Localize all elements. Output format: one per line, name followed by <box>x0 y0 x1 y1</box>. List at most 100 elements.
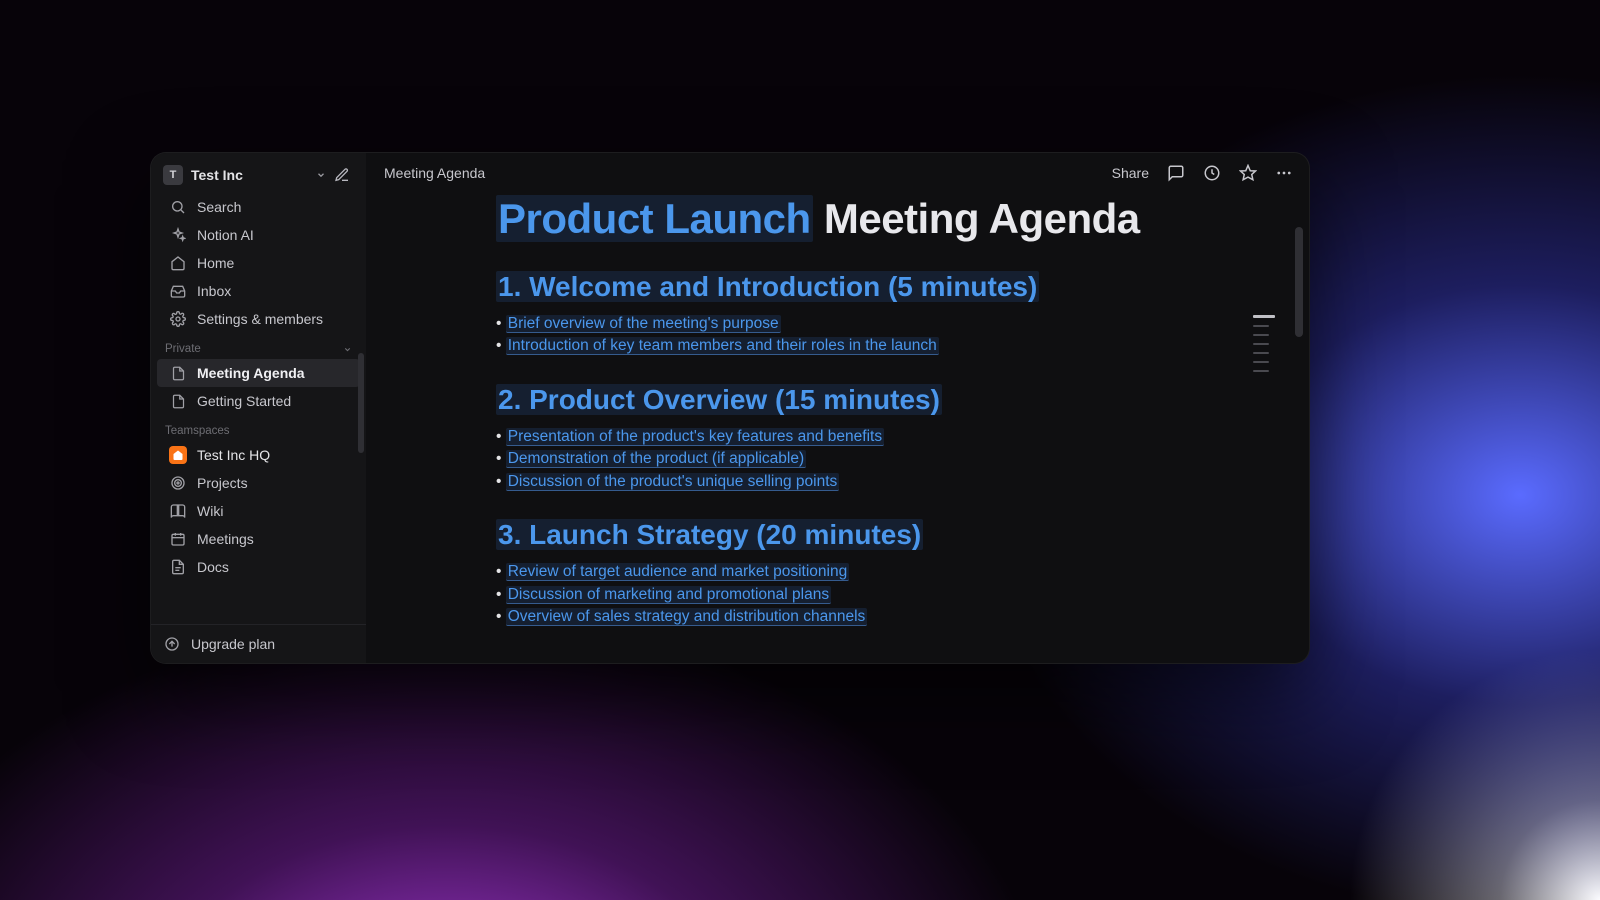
breadcrumb[interactable]: Meeting Agenda <box>384 165 1112 181</box>
compose-icon[interactable] <box>334 167 350 183</box>
sidebar-home-label: Home <box>197 255 234 271</box>
home-icon <box>169 254 187 272</box>
title-rest: Meeting Agenda <box>813 195 1140 242</box>
outline-line <box>1253 315 1275 318</box>
outline-line <box>1253 370 1269 372</box>
home-icon <box>169 446 187 464</box>
sidebar-search[interactable]: Search <box>157 193 360 221</box>
page-icon <box>169 392 187 410</box>
teamspace-label: Docs <box>197 559 229 575</box>
main-content: Meeting Agenda Share Product Launch <box>366 153 1309 663</box>
teamspace-meetings[interactable]: Meetings <box>157 525 360 553</box>
bullet-item[interactable]: Discussion of marketing and promotional … <box>496 584 1189 606</box>
topbar-actions: Share <box>1112 164 1293 182</box>
bullet-text: Brief overview of the meeting's purpose <box>506 315 781 333</box>
sidebar-ai-label: Notion AI <box>197 227 254 243</box>
sidebar-scrollbar[interactable] <box>358 353 364 453</box>
sidebar-settings[interactable]: Settings & members <box>157 305 360 333</box>
workspace-avatar: T <box>163 165 183 185</box>
teamspace-label: Wiki <box>197 503 223 519</box>
teamspace-label: Meetings <box>197 531 254 547</box>
section-heading[interactable]: 1. Welcome and Introduction (5 minutes) <box>496 271 1189 303</box>
section-heading-text: 2. Product Overview (15 minutes) <box>496 384 942 415</box>
sparkle-icon <box>169 226 187 244</box>
outline-line <box>1253 352 1269 354</box>
section-heading[interactable]: 3. Launch Strategy (20 minutes) <box>496 519 1189 551</box>
upgrade-plan-button[interactable]: Upgrade plan <box>151 624 366 663</box>
teamspace-wiki[interactable]: Wiki <box>157 497 360 525</box>
bullet-text: Discussion of marketing and promotional … <box>506 586 831 604</box>
teamspace-hq[interactable]: Test Inc HQ <box>157 441 360 469</box>
sidebar-page-getting-started[interactable]: Getting Started <box>157 387 360 415</box>
main-scrollbar[interactable] <box>1295 227 1303 337</box>
sidebar-ai[interactable]: Notion AI <box>157 221 360 249</box>
sidebar-section-private[interactable]: Private <box>151 333 366 359</box>
bullet-item[interactable]: Brief overview of the meeting's purpose <box>496 313 1189 335</box>
section-2: 2. Product Overview (15 minutes) Present… <box>496 384 1189 493</box>
app-window: T Test Inc Search Notion AI Ho <box>150 152 1310 664</box>
section-bullets: Presentation of the product's key featur… <box>496 426 1189 493</box>
sidebar-section-private-label: Private <box>165 343 201 355</box>
sidebar-page-meeting-agenda[interactable]: Meeting Agenda <box>157 359 360 387</box>
outline-line <box>1253 343 1269 345</box>
bullet-text: Review of target audience and market pos… <box>506 563 849 581</box>
sidebar-section-teamspaces-label: Teamspaces <box>165 425 230 437</box>
bullet-item[interactable]: Demonstration of the product (if applica… <box>496 448 1189 470</box>
title-highlight: Product Launch <box>496 195 813 242</box>
teamspace-docs[interactable]: Docs <box>157 553 360 581</box>
doc-icon <box>169 558 187 576</box>
bullet-text: Presentation of the product's key featur… <box>506 428 884 446</box>
section-3: 3. Launch Strategy (20 minutes) Review o… <box>496 519 1189 628</box>
bullet-item[interactable]: Presentation of the product's key featur… <box>496 426 1189 448</box>
topbar: Meeting Agenda Share <box>366 153 1309 193</box>
outline-line <box>1253 325 1269 327</box>
search-icon <box>169 198 187 216</box>
page-icon <box>169 364 187 382</box>
calendar-icon <box>169 530 187 548</box>
more-icon[interactable] <box>1275 164 1293 182</box>
arrow-up-circle-icon <box>163 635 181 653</box>
teamspace-label: Projects <box>197 475 248 491</box>
inbox-icon <box>169 282 187 300</box>
section-1: 1. Welcome and Introduction (5 minutes) … <box>496 271 1189 358</box>
bullet-item[interactable]: Overview of sales strategy and distribut… <box>496 606 1189 628</box>
outline-line <box>1253 334 1269 336</box>
workspace-name: Test Inc <box>191 167 308 183</box>
bullet-item[interactable]: Review of target audience and market pos… <box>496 561 1189 583</box>
book-icon <box>169 502 187 520</box>
gear-icon <box>169 310 187 328</box>
comments-icon[interactable] <box>1167 164 1185 182</box>
teamspace-projects[interactable]: Projects <box>157 469 360 497</box>
clock-icon[interactable] <box>1203 164 1221 182</box>
sidebar-inbox-label: Inbox <box>197 283 231 299</box>
section-bullets: Brief overview of the meeting's purpose … <box>496 313 1189 358</box>
section-bullets: Review of target audience and market pos… <box>496 561 1189 628</box>
page-title[interactable]: Product Launch Meeting Agenda <box>496 195 1189 243</box>
bullet-text: Discussion of the product's unique selli… <box>506 473 840 491</box>
bullet-text: Introduction of key team members and the… <box>506 337 939 355</box>
sidebar-search-label: Search <box>197 199 241 215</box>
chevron-down-icon <box>343 345 352 354</box>
sidebar: T Test Inc Search Notion AI Ho <box>151 153 366 663</box>
sidebar-inbox[interactable]: Inbox <box>157 277 360 305</box>
section-heading[interactable]: 2. Product Overview (15 minutes) <box>496 384 1189 416</box>
bullet-item[interactable]: Discussion of the product's unique selli… <box>496 471 1189 493</box>
teamspace-label: Test Inc HQ <box>197 447 270 463</box>
document[interactable]: Product Launch Meeting Agenda 1. Welcome… <box>366 193 1309 655</box>
outline-line <box>1253 361 1269 363</box>
sidebar-home[interactable]: Home <box>157 249 360 277</box>
sidebar-page-label: Meeting Agenda <box>197 365 305 381</box>
bullet-text: Overview of sales strategy and distribut… <box>506 608 868 626</box>
sidebar-settings-label: Settings & members <box>197 311 323 327</box>
bullet-item[interactable]: Introduction of key team members and the… <box>496 335 1189 357</box>
bullet-text: Demonstration of the product (if applica… <box>506 450 806 468</box>
workspace-switcher[interactable]: T Test Inc <box>151 153 366 193</box>
section-heading-text: 1. Welcome and Introduction (5 minutes) <box>496 271 1039 302</box>
sidebar-section-teamspaces[interactable]: Teamspaces <box>151 415 366 441</box>
share-button[interactable]: Share <box>1112 165 1149 181</box>
sidebar-page-label: Getting Started <box>197 393 291 409</box>
section-heading-text: 3. Launch Strategy (20 minutes) <box>496 519 923 550</box>
chevron-down-icon <box>316 170 326 180</box>
outline-minimap[interactable] <box>1253 315 1275 372</box>
star-icon[interactable] <box>1239 164 1257 182</box>
